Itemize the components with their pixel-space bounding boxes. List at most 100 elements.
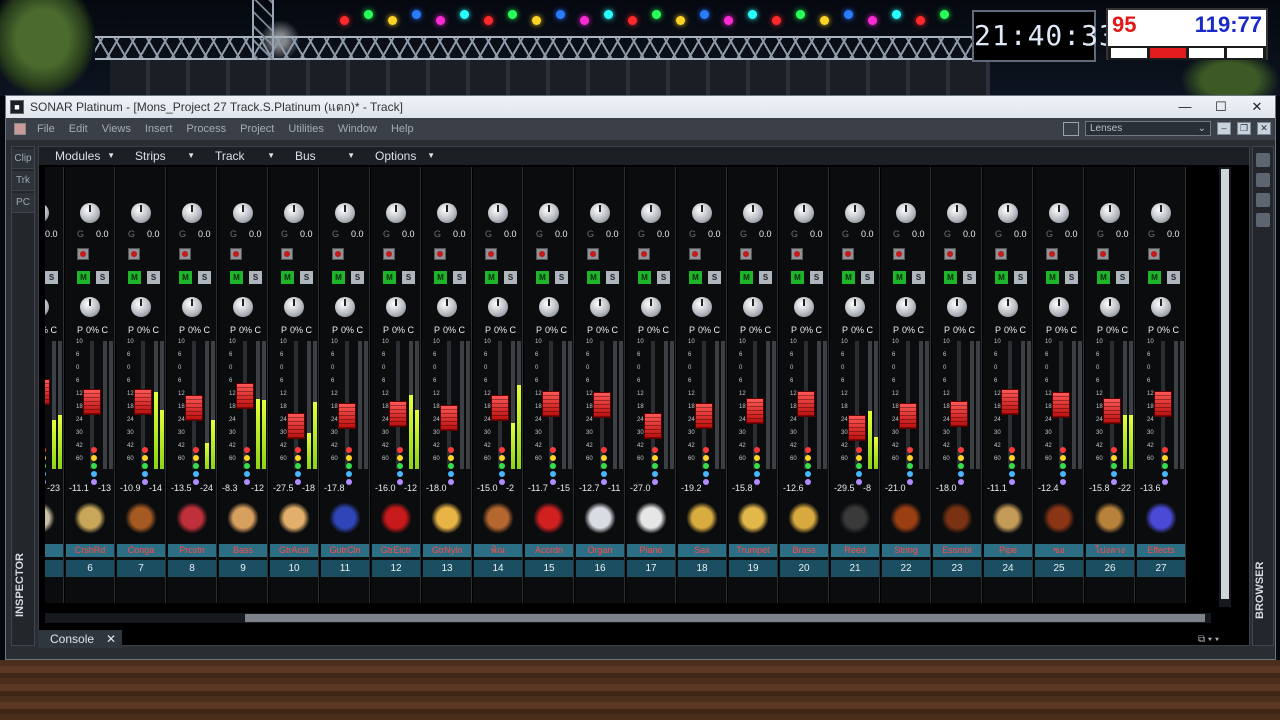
- khene-icon[interactable]: [1090, 501, 1130, 535]
- pan-knob[interactable]: [335, 297, 355, 317]
- record-arm-button[interactable]: [536, 248, 548, 260]
- gain-knob[interactable]: [437, 203, 457, 223]
- track-name[interactable]: GtrElctr: [372, 544, 420, 557]
- solo-button[interactable]: S: [1116, 271, 1129, 284]
- solo-button[interactable]: S: [402, 271, 415, 284]
- gain-knob[interactable]: [284, 203, 304, 223]
- record-arm-button[interactable]: [281, 248, 293, 260]
- gain-knob[interactable]: [743, 203, 763, 223]
- pan-knob[interactable]: [182, 297, 202, 317]
- pan-knob[interactable]: [386, 297, 406, 317]
- mute-button[interactable]: M: [1046, 271, 1059, 284]
- mute-button[interactable]: M: [944, 271, 957, 284]
- solo-button[interactable]: S: [351, 271, 364, 284]
- record-arm-button[interactable]: [893, 248, 905, 260]
- menu-help[interactable]: Help: [384, 123, 421, 135]
- track-name[interactable]: GutrCln: [321, 544, 369, 557]
- pan-knob[interactable]: [80, 297, 100, 317]
- track-name[interactable]: Pipe: [984, 544, 1032, 557]
- gain-knob[interactable]: [131, 203, 151, 223]
- record-arm-button[interactable]: [434, 248, 446, 260]
- mute-button[interactable]: M: [587, 271, 600, 284]
- gain-knob[interactable]: [590, 203, 610, 223]
- solo-button[interactable]: S: [963, 271, 976, 284]
- menu-project[interactable]: Project: [233, 123, 281, 135]
- solo-button[interactable]: S: [504, 271, 517, 284]
- track-name[interactable]: Brass: [780, 544, 828, 557]
- record-arm-button[interactable]: [332, 248, 344, 260]
- volume-fader[interactable]: [287, 413, 305, 439]
- track-number[interactable]: 14: [474, 560, 522, 577]
- bass-guitar-icon[interactable]: [223, 501, 263, 535]
- fullscreen-icon[interactable]: [1063, 121, 1079, 136]
- volume-fader[interactable]: [1103, 398, 1121, 424]
- track-name[interactable]: GtrAcst: [270, 544, 318, 557]
- electric-guitar-red-icon[interactable]: [376, 501, 416, 535]
- menu-window[interactable]: Window: [331, 123, 384, 135]
- mute-button[interactable]: M: [689, 271, 702, 284]
- pan-knob[interactable]: [1151, 297, 1171, 317]
- pan-knob[interactable]: [284, 297, 304, 317]
- track-number[interactable]: 15: [525, 560, 573, 577]
- strips-menu[interactable]: Strips ▼: [119, 149, 199, 163]
- track-number[interactable]: 26: [1086, 560, 1134, 577]
- record-arm-button[interactable]: [1148, 248, 1160, 260]
- track-name[interactable]: โปงลาง: [1086, 544, 1134, 557]
- record-arm-button[interactable]: [77, 248, 89, 260]
- mute-button[interactable]: M: [230, 271, 243, 284]
- solo-button[interactable]: S: [759, 271, 772, 284]
- solo-button[interactable]: S: [453, 271, 466, 284]
- document-icon[interactable]: [14, 123, 26, 135]
- gain-knob[interactable]: [45, 203, 49, 223]
- pan-knob[interactable]: [131, 297, 151, 317]
- volume-fader[interactable]: [1001, 389, 1019, 415]
- phin-lute-icon[interactable]: [478, 501, 518, 535]
- record-arm-button[interactable]: [791, 248, 803, 260]
- gain-knob[interactable]: [80, 203, 100, 223]
- gain-knob[interactable]: [1100, 203, 1120, 223]
- track-number[interactable]: 17: [627, 560, 675, 577]
- menu-file[interactable]: File: [30, 123, 62, 135]
- accordion-icon[interactable]: [529, 501, 569, 535]
- gain-knob[interactable]: [1049, 203, 1069, 223]
- close-icon[interactable]: ✕: [106, 630, 116, 648]
- acoustic-guitar-icon[interactable]: [274, 501, 314, 535]
- mute-button[interactable]: M: [332, 271, 345, 284]
- solo-button[interactable]: S: [198, 271, 211, 284]
- track-number[interactable]: 5: [45, 560, 63, 577]
- track-name[interactable]: Essmbl: [933, 544, 981, 557]
- trumpet-icon[interactable]: [733, 501, 773, 535]
- string-ensemble-icon[interactable]: [937, 501, 977, 535]
- track-number[interactable]: 19: [729, 560, 777, 577]
- track-number[interactable]: 11: [321, 560, 369, 577]
- inspector-tab-clip[interactable]: Clip: [12, 149, 34, 169]
- record-arm-button[interactable]: [128, 248, 140, 260]
- solo-button[interactable]: S: [45, 271, 58, 284]
- track-name[interactable]: Sax: [678, 544, 726, 557]
- hi-hat-icon[interactable]: [45, 501, 59, 535]
- volume-fader[interactable]: [950, 401, 968, 427]
- mdi-close-button[interactable]: ✕: [1257, 122, 1271, 135]
- track-name[interactable]: Piano: [627, 544, 675, 557]
- volume-fader[interactable]: [1052, 392, 1070, 418]
- keyboard-icon[interactable]: [580, 501, 620, 535]
- record-arm-button[interactable]: [1097, 248, 1109, 260]
- track-name[interactable]: Reed: [831, 544, 879, 557]
- track-name[interactable]: Trumpet: [729, 544, 777, 557]
- bus-menu[interactable]: Bus ▼: [279, 149, 359, 163]
- solo-button[interactable]: S: [1065, 271, 1078, 284]
- pan-knob[interactable]: [845, 297, 865, 317]
- record-arm-button[interactable]: [740, 248, 752, 260]
- gain-knob[interactable]: [692, 203, 712, 223]
- track-number[interactable]: 7: [117, 560, 165, 577]
- clarinet-icon[interactable]: [835, 501, 875, 535]
- tambourine-icon[interactable]: [172, 501, 212, 535]
- volume-fader[interactable]: [1154, 391, 1172, 417]
- mute-button[interactable]: M: [128, 271, 141, 284]
- pan-knob[interactable]: [1100, 297, 1120, 317]
- mute-button[interactable]: M: [77, 271, 90, 284]
- track-number[interactable]: 27: [1137, 560, 1185, 577]
- gain-knob[interactable]: [845, 203, 865, 223]
- options-menu[interactable]: Options ▼: [359, 149, 439, 163]
- volume-fader[interactable]: [797, 391, 815, 417]
